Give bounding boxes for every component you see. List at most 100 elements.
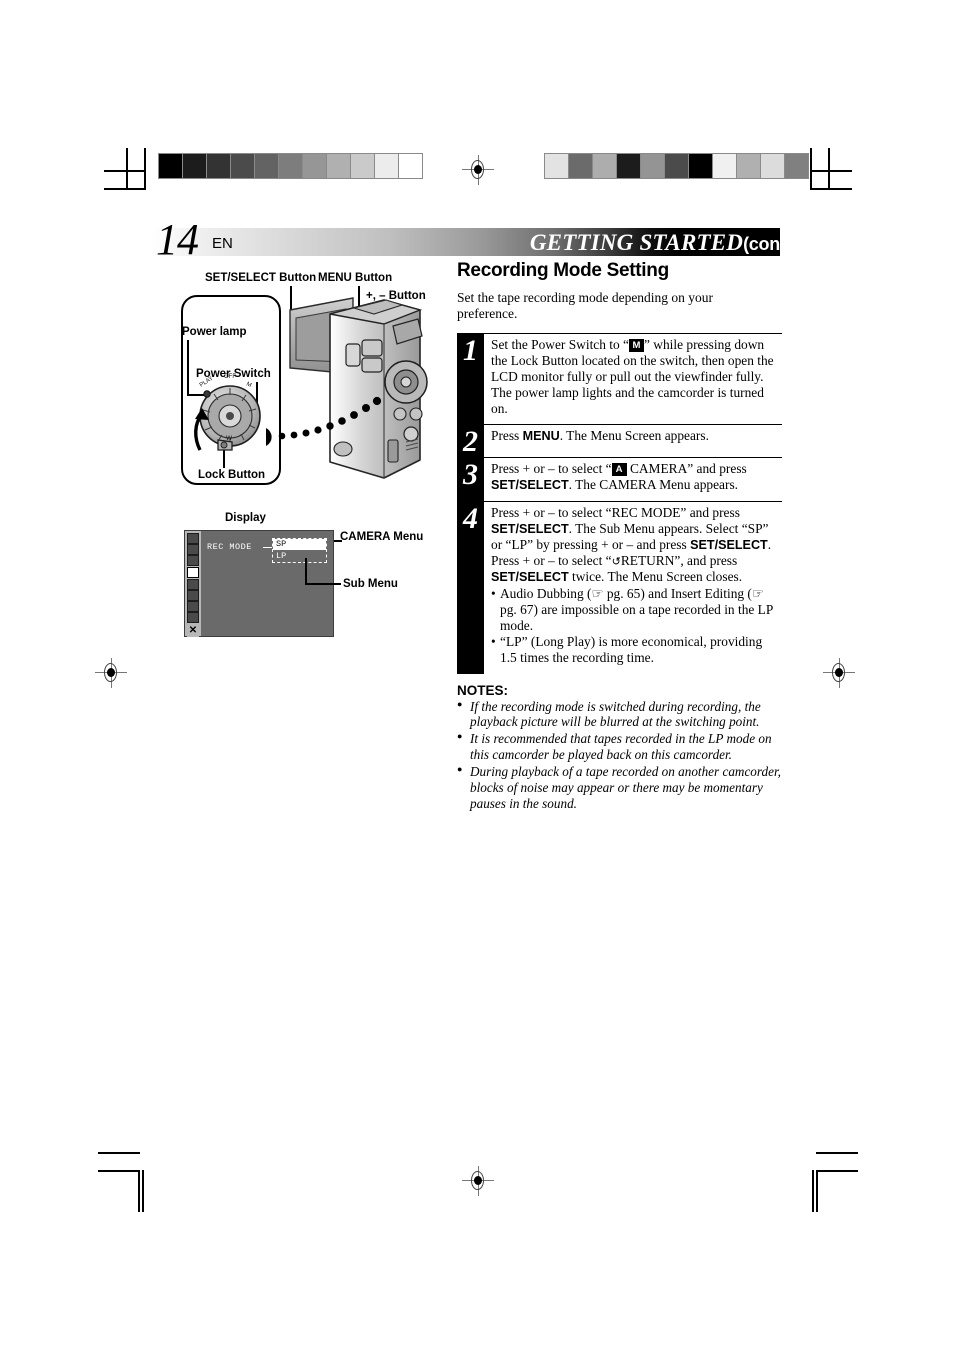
- plus-minus-button-shape: [361, 357, 383, 373]
- clock-icon[interactable]: [187, 601, 199, 612]
- grayscale-swatch: [569, 154, 593, 178]
- osd-option-lp[interactable]: LP: [273, 551, 326, 562]
- camera-auto-icon[interactable]: [187, 567, 199, 578]
- camcorder-illustration: SET/SELECT Button MENU Button +, – Butto…: [178, 264, 440, 509]
- menu-button-shape: [361, 339, 383, 357]
- grayscale-swatch: [399, 154, 422, 178]
- dsc-icon[interactable]: [187, 590, 199, 601]
- notes-section: NOTES: If the recording mode is switched…: [457, 683, 782, 812]
- step-bullet-item: Audio Dubbing (☞ pg. 65) and Insert Edit…: [491, 586, 782, 634]
- camcorder-drawing: PLAY OFF M W: [194, 297, 428, 479]
- step-emphasis: SET/SELECT: [491, 521, 569, 536]
- grayscale-swatch: [665, 154, 689, 178]
- grayscale-swatch: [255, 154, 279, 178]
- osd-rec-mode-label: REC MODE: [207, 542, 252, 552]
- grayscale-swatch: [617, 154, 641, 178]
- return-arrow-icon: ↺: [611, 555, 621, 568]
- crop-line: [98, 1152, 140, 1154]
- crop-line: [138, 1170, 140, 1212]
- main-content-column: Recording Mode Setting Set the tape reco…: [457, 260, 782, 812]
- registration-mark-bottom: [462, 1166, 494, 1196]
- step-body: Press + or – to select “REC MODE” and pr…: [484, 500, 782, 674]
- page-number: 14: [156, 215, 199, 264]
- steps-list: 1 Set the Power Switch to “M” while pres…: [457, 332, 782, 674]
- osd-connector-line: [263, 547, 272, 549]
- section-intro: Set the tape recording mode depending on…: [457, 290, 714, 322]
- grayscale-swatch: [545, 154, 569, 178]
- registration-mark-top: [462, 155, 494, 185]
- grayscale-swatch: [641, 154, 665, 178]
- osd-option-sp[interactable]: SP: [273, 539, 326, 550]
- registration-mark-right: [823, 658, 855, 688]
- step-emphasis: SET/SELECT: [491, 478, 569, 493]
- step-item: 4 Press + or – to select “REC MODE” and …: [457, 500, 782, 674]
- step-item: 1 Set the Power Switch to “M” while pres…: [457, 332, 782, 425]
- grayscale-calibration-bar-left: [158, 153, 423, 179]
- step-number: 3: [457, 457, 484, 501]
- grayscale-swatch: [231, 154, 255, 178]
- registration-core: [474, 1176, 482, 1185]
- grayscale-swatch: [761, 154, 785, 178]
- crop-line: [816, 1170, 818, 1212]
- step-item: 3 Press + or – to select “A CAMERA” and …: [457, 457, 782, 501]
- step-body: Press MENU. The Menu Screen appears.: [484, 424, 782, 457]
- crop-line: [98, 1170, 140, 1172]
- grayscale-swatch: [737, 154, 761, 178]
- page-title-text: GETTING STARTED: [529, 230, 744, 255]
- registration-core: [107, 668, 115, 677]
- step-number: 2: [457, 424, 484, 458]
- step-bullet-list: Audio Dubbing (☞ pg. 65) and Insert Edit…: [491, 586, 782, 666]
- grayscale-swatch: [183, 154, 207, 178]
- grayscale-swatch: [785, 154, 808, 178]
- crop-line: [126, 148, 128, 190]
- crop-line: [810, 148, 812, 190]
- sub-menu-label: Sub Menu: [343, 578, 398, 590]
- step-text: Press MENU. The Menu Screen appears.: [491, 428, 709, 444]
- page-title-cont: (cont.): [743, 234, 796, 254]
- crop-line: [142, 1170, 144, 1212]
- still-picture-icon[interactable]: [187, 612, 199, 623]
- step-emphasis: SET/SELECT: [690, 537, 768, 552]
- mode-chip-icon: A: [611, 463, 627, 477]
- crop-line: [816, 1152, 858, 1154]
- display-caption: Display: [225, 512, 266, 524]
- grayscale-swatch: [351, 154, 375, 178]
- grayscale-swatch: [375, 154, 399, 178]
- step-text: Press + or – to select “REC MODE” and pr…: [491, 504, 772, 584]
- close-menu-icon[interactable]: ✕: [187, 626, 199, 637]
- camera-system-icon[interactable]: [187, 555, 199, 566]
- note-item: If the recording mode is switched during…: [457, 699, 782, 731]
- crop-line: [104, 188, 146, 190]
- power-switch-dial: PLAY OFF M W: [194, 374, 261, 451]
- grayscale-swatch: [159, 154, 183, 178]
- camera-record-icon[interactable]: [187, 533, 199, 544]
- grayscale-swatch: [713, 154, 737, 178]
- crop-line: [816, 1170, 858, 1172]
- note-item: It is recommended that tapes recorded in…: [457, 731, 782, 763]
- grayscale-swatch: [207, 154, 231, 178]
- crop-line: [144, 148, 146, 190]
- notes-title: NOTES:: [457, 682, 509, 698]
- grayscale-swatch: [327, 154, 351, 178]
- notes-list: If the recording mode is switched during…: [457, 699, 782, 812]
- grayscale-swatch: [689, 154, 713, 178]
- step-number: 4: [457, 500, 484, 674]
- power-lamp-shape: [203, 390, 211, 398]
- svg-text:PLAY: PLAY: [199, 376, 215, 389]
- svg-text:M: M: [245, 381, 252, 389]
- crop-line: [812, 1170, 814, 1212]
- mode-chip-icon: M: [628, 338, 644, 352]
- display-icon[interactable]: [187, 579, 199, 590]
- step-bullet-item: “LP” (Long Play) is more economical, pro…: [491, 634, 782, 666]
- osd-icon-column: ✕: [185, 531, 201, 637]
- step-number: 1: [457, 332, 484, 425]
- leader-line-sub-menu-h: [305, 583, 341, 585]
- leader-line-sub-menu-v: [305, 558, 307, 584]
- step-text: Press + or – to select “A CAMERA” and pr…: [491, 461, 747, 493]
- camera-manual-icon[interactable]: [187, 544, 199, 555]
- crop-line: [810, 170, 852, 172]
- step-emphasis: MENU: [522, 429, 560, 444]
- registration-core: [835, 668, 843, 677]
- camcorder-body: [329, 299, 428, 479]
- section-title: Recording Mode Setting: [457, 260, 669, 281]
